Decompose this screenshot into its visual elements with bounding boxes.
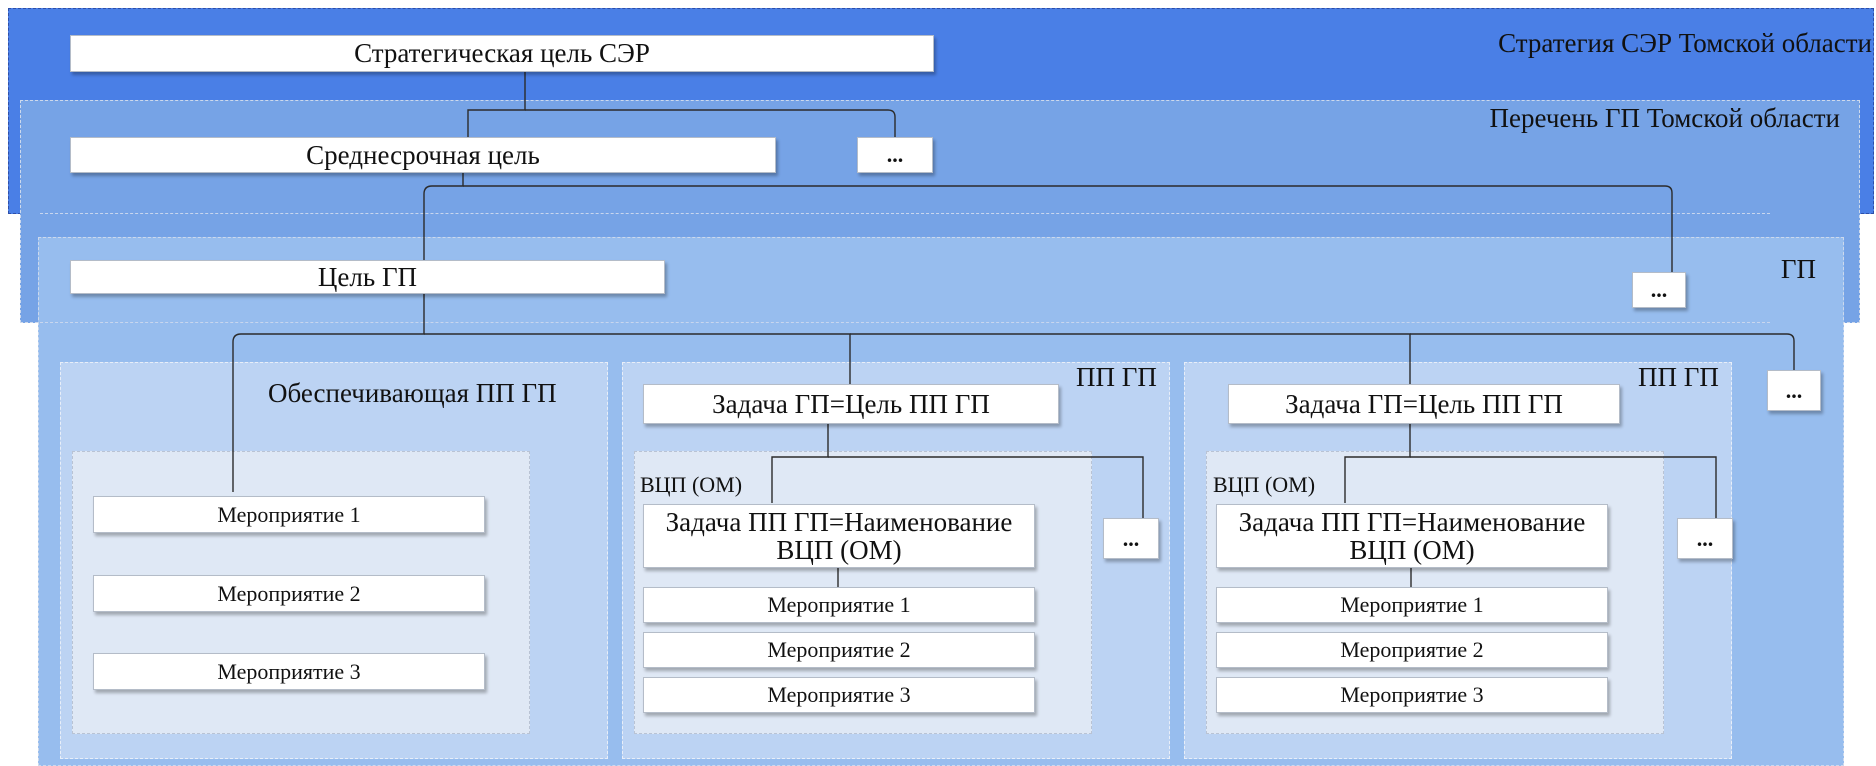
support-activity-3: Мероприятие 3 — [93, 653, 485, 690]
subprogram-2-vcp-label: ВЦП (ОМ) — [1213, 472, 1316, 497]
subprogram-2-activity-2: Мероприятие 2 — [1216, 632, 1608, 668]
program-goal-box: Цель ГП — [70, 260, 665, 294]
subprogram-1-activity-2: Мероприятие 2 — [643, 632, 1035, 668]
support-activity-2: Мероприятие 2 — [93, 575, 485, 612]
subprogram-1-ellipsis-box: ... — [1103, 518, 1159, 559]
region-program-list-label: Перечень ГП Томской области — [1489, 103, 1840, 133]
vcp-task-line-1: Задача ПП ГП=Наименование — [665, 506, 1013, 537]
medium-goal-box: Среднесрочная цель — [70, 137, 776, 173]
vcp-task-line-2: ВЦП (ОМ) — [776, 535, 902, 565]
vcp-task-line-2: ВЦП (ОМ) — [1349, 535, 1475, 565]
subprogram-1-task-box: Задача ГП=Цель ПП ГП — [643, 384, 1059, 424]
vcp-task-line-1: Задача ПП ГП=Наименование — [1238, 506, 1586, 537]
medium-goal-ellipsis-box: ... — [857, 137, 933, 173]
subprogram-2-ellipsis-box: ... — [1677, 518, 1733, 559]
subprogram-2-title: ПП ГП — [1638, 362, 1719, 392]
subprogram-ellipsis-box: ... — [1767, 370, 1821, 411]
region-strategy-label: Стратегия СЭР Томской области — [1498, 28, 1872, 58]
subprogram-2-activity-1: Мероприятие 1 — [1216, 587, 1608, 623]
support-activity-1: Мероприятие 1 — [93, 496, 485, 533]
program-goal-ellipsis-box: ... — [1632, 272, 1686, 308]
subprogram-2-task-box: Задача ГП=Цель ПП ГП — [1228, 384, 1620, 424]
subprogram-2-vcp-task-box: Задача ПП ГП=Наименование ВЦП (ОМ) — [1216, 504, 1608, 568]
subprogram-1-vcp-label: ВЦП (ОМ) — [640, 472, 743, 497]
strategic-goal-box: Стратегическая цель СЭР — [70, 35, 934, 72]
subprogram-1-activity-1: Мероприятие 1 — [643, 587, 1035, 623]
subprogram-1-activity-3: Мероприятие 3 — [643, 677, 1035, 713]
region-divider — [40, 322, 1770, 323]
region-divider — [40, 213, 1770, 214]
subprogram-1-title: ПП ГП — [1076, 362, 1157, 392]
region-program-label: ГП — [1780, 254, 1816, 284]
subprogram-1-vcp-task-box: Задача ПП ГП=Наименование ВЦП (ОМ) — [643, 504, 1035, 568]
subprogram-2-activity-3: Мероприятие 3 — [1216, 677, 1608, 713]
support-subprogram-title: Обеспечивающая ПП ГП — [268, 378, 557, 408]
